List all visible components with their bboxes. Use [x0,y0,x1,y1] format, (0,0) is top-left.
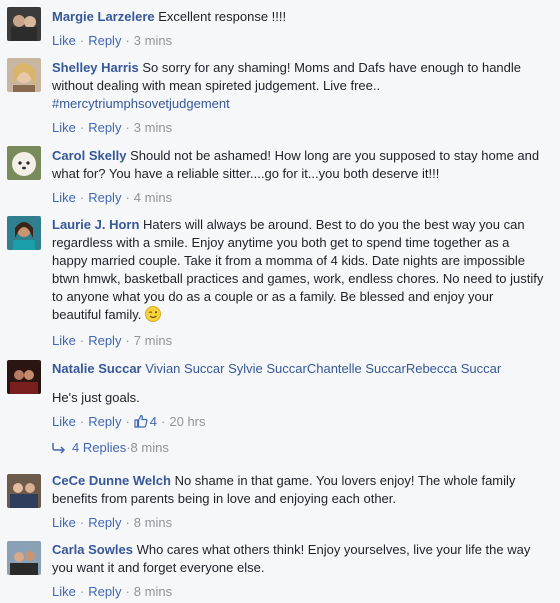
commenter-name[interactable]: CeCe Dunne Welch [52,473,171,488]
like-link[interactable]: Like [52,584,76,599]
comment-text: He's just goals. [52,390,140,405]
thumbs-up-icon [134,414,148,433]
separator-dot: · [125,120,130,135]
separator-dot: · [79,33,85,48]
avatar[interactable] [7,58,41,92]
like-link[interactable]: Like [52,120,76,135]
hashtag-link[interactable]: #mercytriumphsovetjudgement [52,96,230,111]
separator-dot: · [79,584,85,599]
comment-text: Haters will always be around. Best to do… [52,217,544,322]
avatar[interactable] [7,360,41,394]
replies-link[interactable]: 4 Replies [52,440,126,455]
separator-dot: · [161,414,166,429]
like-link[interactable]: Like [52,333,76,348]
timestamp[interactable]: 3 mins [134,33,172,48]
like-count-number: 4 [149,414,158,429]
commenter-name[interactable]: Shelley Harris [52,60,139,75]
commenter-name[interactable]: Carla Sowles [52,542,133,557]
tagged-names[interactable]: Vivian Succar Sylvie SuccarChantelle Suc… [145,361,501,376]
comment-text: Should not be ashamed! How long are you … [52,148,540,181]
timestamp[interactable]: 8 mins [134,584,172,599]
separator-dot: · [125,333,130,348]
commenter-name[interactable]: Laurie J. Horn [52,217,139,232]
like-link[interactable]: Like [52,190,76,205]
separator-dot: · [125,515,130,530]
separator-dot: · [125,33,130,48]
avatar[interactable] [7,146,41,180]
timestamp[interactable]: 20 hrs [169,414,205,429]
reply-link[interactable]: Reply [88,33,121,48]
avatar[interactable] [7,7,41,41]
commenter-name[interactable]: Margie Larzelere [52,9,155,24]
separator-dot: · [125,414,130,429]
like-link[interactable]: Like [52,515,76,530]
avatar[interactable] [7,541,41,575]
commenter-name[interactable]: Natalie Succar [52,361,142,376]
comment-text: Excellent response !!!! [158,9,287,24]
commenter-name[interactable]: Carol Skelly [52,148,126,163]
like-link[interactable]: Like [52,33,76,48]
separator-dot: · [125,190,130,205]
separator-dot: · [79,120,85,135]
separator-dot: · [125,584,130,599]
timestamp[interactable]: 8 mins [134,515,172,530]
separator-dot: · [79,515,85,530]
like-count[interactable]: 4 [134,414,157,429]
like-link[interactable]: Like [52,414,76,429]
separator-dot: · [79,414,85,429]
avatar[interactable] [7,474,41,508]
reply-link[interactable]: Reply [88,515,121,530]
timestamp[interactable]: 4 mins [134,190,172,205]
reply-link[interactable]: Reply [88,333,121,348]
reply-link[interactable]: Reply [88,120,121,135]
reply-link[interactable]: Reply [88,584,121,599]
avatar[interactable] [7,216,41,250]
separator-dot: · [79,190,85,205]
replies-timestamp[interactable]: 8 mins [131,440,169,455]
reply-link[interactable]: Reply [88,190,121,205]
timestamp[interactable]: 7 mins [134,333,172,348]
separator-dot: · [79,333,85,348]
reply-arrow-icon [52,441,66,459]
replies-count-label: 4 Replies [72,440,127,455]
timestamp[interactable]: 3 mins [134,120,172,135]
winking-face-icon [144,306,161,322]
reply-link[interactable]: Reply [88,414,121,429]
